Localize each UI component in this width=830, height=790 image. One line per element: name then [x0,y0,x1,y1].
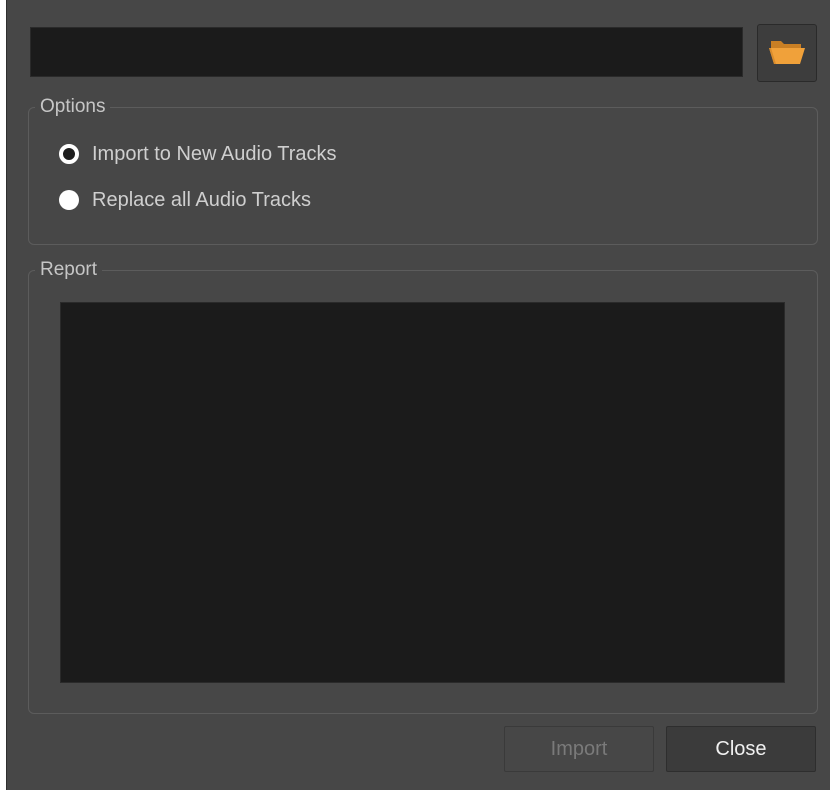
report-group: Report [28,257,818,714]
radio-label: Replace all Audio Tracks [92,189,312,211]
report-text-area[interactable] [60,302,785,683]
options-group: Options Import to New Audio Tracks Repla… [28,94,818,245]
browse-button[interactable] [757,24,817,82]
options-group-title: Options [35,94,111,120]
radio-label: Import to New Audio Tracks [92,143,337,165]
radio-unselected-indicator[interactable] [59,190,79,210]
import-audio-dialog: Options Import to New Audio Tracks Repla… [6,0,830,790]
import-button[interactable]: Import [504,726,654,772]
report-group-title: Report [35,257,103,283]
radio-selected-indicator[interactable] [59,144,79,164]
radio-replace-all-audio-tracks[interactable]: Replace all Audio Tracks [59,187,311,213]
file-path-input[interactable] [30,27,743,77]
radio-import-to-new-audio-tracks[interactable]: Import to New Audio Tracks [59,141,337,167]
folder-open-icon [768,36,806,71]
close-button[interactable]: Close [666,726,816,772]
